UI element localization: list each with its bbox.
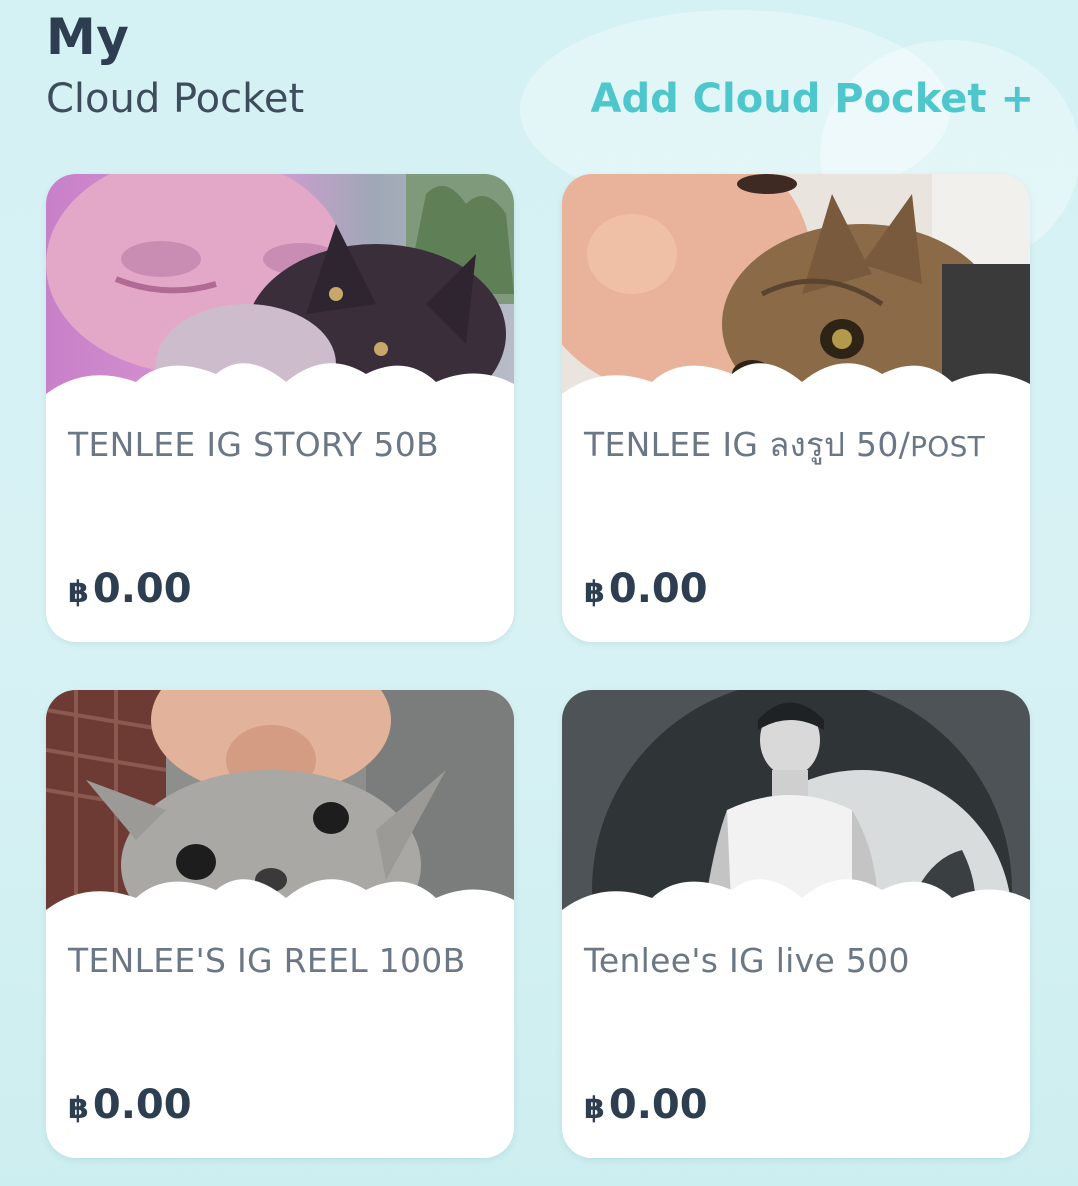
pocket-card[interactable]: Tenlee's IG live 500 ฿ 0.00 bbox=[562, 690, 1030, 1158]
baht-symbol: ฿ bbox=[68, 575, 89, 610]
pocket-card[interactable]: TENLEE'S IG REEL 100B ฿ 0.00 bbox=[46, 690, 514, 1158]
pocket-card[interactable]: TENLEE IG ลงรูป 50/POST ฿ 0.00 bbox=[562, 174, 1030, 642]
baht-symbol: ฿ bbox=[584, 575, 605, 610]
pocket-name: Tenlee's IG live 500 bbox=[584, 941, 910, 980]
pocket-balance: ฿ 0.00 bbox=[584, 566, 708, 612]
balance-amount: 0.00 bbox=[608, 1082, 708, 1128]
page-subtitle: Cloud Pocket bbox=[46, 76, 305, 122]
balance-amount: 0.00 bbox=[608, 566, 708, 612]
pocket-balance: ฿ 0.00 bbox=[584, 1082, 708, 1128]
pocket-name: TENLEE'S IG REEL 100B bbox=[68, 941, 466, 980]
pocket-balance: ฿ 0.00 bbox=[68, 1082, 192, 1128]
baht-symbol: ฿ bbox=[68, 1091, 89, 1126]
pocket-balance: ฿ 0.00 bbox=[68, 566, 192, 612]
pocket-card[interactable]: TENLEE IG STORY 50B ฿ 0.00 bbox=[46, 174, 514, 642]
pocket-name-suffix: POST bbox=[910, 430, 986, 463]
balance-amount: 0.00 bbox=[92, 1082, 192, 1128]
pocket-name: TENLEE IG STORY 50B bbox=[68, 425, 439, 464]
add-cloud-pocket-button[interactable]: Add Cloud Pocket + bbox=[591, 76, 1034, 122]
baht-symbol: ฿ bbox=[584, 1091, 605, 1126]
pocket-name: TENLEE IG ลงรูป 50/POST bbox=[584, 424, 1014, 468]
pocket-name-main: TENLEE IG ลงรูป 50/ bbox=[584, 425, 911, 464]
balance-amount: 0.00 bbox=[92, 566, 192, 612]
page-title: My bbox=[46, 8, 130, 66]
